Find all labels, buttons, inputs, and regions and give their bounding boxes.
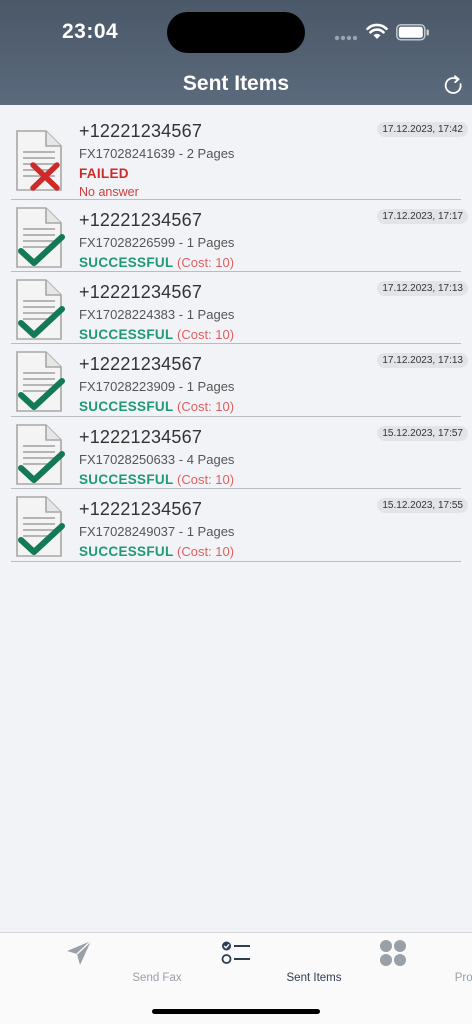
success-document-icon — [16, 279, 65, 340]
list-item[interactable]: +12221234567 FX17028250633 - 4 Pages SUC… — [11, 417, 468, 489]
cost-label: (Cost: 10) — [177, 327, 235, 342]
success-document-icon — [16, 351, 65, 412]
success-document-icon — [16, 207, 65, 268]
fax-id: FX17028226599 — [79, 235, 176, 250]
sent-date: 17.12.2023, 17:42 — [377, 122, 468, 137]
sent-date: 15.12.2023, 17:55 — [377, 498, 468, 513]
sent-date: 17.12.2023, 17:13 — [377, 281, 468, 296]
cost-label: (Cost: 10) — [177, 399, 235, 414]
page-count: 4 Pages — [186, 452, 235, 467]
home-indicator[interactable] — [152, 1009, 320, 1014]
wifi-icon — [366, 23, 388, 39]
success-document-icon — [16, 496, 65, 557]
cost-label: (Cost: 10) — [177, 472, 235, 487]
fax-details: FX17028224383 - 1 Pages — [79, 307, 235, 322]
cellular-signal-icon — [334, 35, 358, 41]
nav-header: 23:04 Sent Items — [0, 0, 472, 105]
battery-icon — [396, 24, 429, 41]
dynamic-island — [167, 12, 305, 53]
failed-document-icon — [16, 130, 62, 191]
fax-id: FX17028249037 — [79, 524, 176, 539]
tab-sent-items[interactable]: Sent Items — [157, 933, 341, 993]
fax-details: FX17028223909 - 1 Pages — [79, 379, 235, 394]
refresh-icon[interactable] — [443, 75, 465, 97]
list-item[interactable]: +12221234567 FX17028223909 - 1 Pages SUC… — [11, 344, 468, 417]
recipient-number: +12221234567 — [79, 282, 203, 302]
recipient-number: +12221234567 — [79, 499, 203, 519]
checklist-icon — [221, 941, 250, 964]
list-item[interactable]: +12221234567 FX17028224383 - 1 Pages SUC… — [11, 272, 468, 344]
status-label: FAILED — [79, 166, 129, 181]
recipient-number: +12221234567 — [79, 354, 203, 374]
sent-date: 17.12.2023, 17:13 — [377, 353, 468, 368]
tab-profile[interactable]: Profile — [314, 933, 472, 993]
list-item[interactable]: +12221234567 FX17028226599 - 1 Pages SUC… — [11, 200, 468, 272]
page-count: 1 Pages — [186, 307, 235, 322]
list-item[interactable]: +12221234567 FX17028241639 - 2 Pages FAI… — [11, 121, 468, 200]
sent-date: 15.12.2023, 17:57 — [377, 426, 468, 441]
status-label: SUCCESSFUL — [79, 255, 174, 270]
cost-label: (Cost: 10) — [177, 255, 235, 270]
status-label: SUCCESSFUL — [79, 544, 174, 559]
paper-plane-icon — [66, 940, 91, 965]
page-count: 1 Pages — [186, 379, 235, 394]
fax-id: FX17028224383 — [79, 307, 176, 322]
cost-label: (Cost: 10) — [177, 544, 235, 559]
page-count: 1 Pages — [186, 235, 235, 250]
fax-id: FX17028241639 — [79, 146, 176, 161]
fax-id: FX17028223909 — [79, 379, 176, 394]
fax-id: FX17028250633 — [79, 452, 176, 467]
tab-send-fax[interactable]: Send Fax — [0, 933, 182, 993]
tab-label: Profile — [454, 972, 472, 984]
fax-details: FX17028249037 - 1 Pages — [79, 524, 235, 539]
status-label: SUCCESSFUL — [79, 399, 174, 414]
page-count: 2 Pages — [186, 146, 235, 161]
status-label: SUCCESSFUL — [79, 327, 174, 342]
page-count: 1 Pages — [186, 524, 235, 539]
success-document-icon — [16, 424, 65, 485]
status-time: 23:04 — [62, 20, 119, 43]
page-title: Sent Items — [182, 72, 290, 95]
list-item[interactable]: +12221234567 FX17028249037 - 1 Pages SUC… — [11, 489, 468, 562]
recipient-number: +12221234567 — [79, 427, 203, 447]
grid-dots-icon — [379, 940, 406, 966]
fax-details: FX17028226599 - 1 Pages — [79, 235, 235, 250]
failure-reason: No answer — [79, 185, 139, 199]
status-label: SUCCESSFUL — [79, 472, 174, 487]
sent-date: 17.12.2023, 17:17 — [377, 209, 468, 224]
recipient-number: +12221234567 — [79, 210, 203, 230]
fax-details: FX17028250633 - 4 Pages — [79, 452, 235, 467]
fax-details: FX17028241639 - 2 Pages — [79, 146, 235, 161]
recipient-number: +12221234567 — [79, 121, 203, 141]
